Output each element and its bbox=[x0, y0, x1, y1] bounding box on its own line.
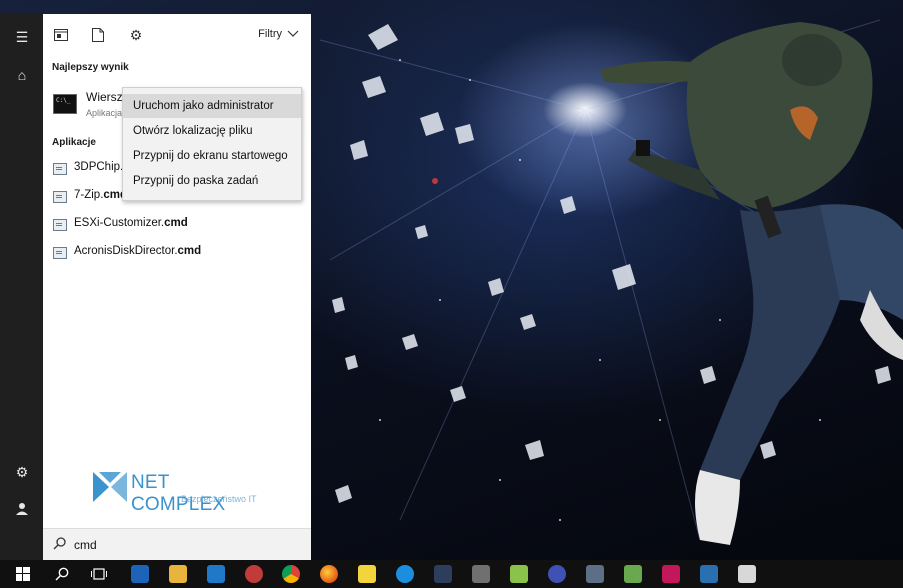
app-result-label: 7-Zip.cmd bbox=[74, 189, 128, 201]
brush-icon[interactable] bbox=[738, 565, 756, 583]
notepad-icon[interactable] bbox=[624, 565, 642, 583]
firefox-icon[interactable] bbox=[320, 565, 338, 583]
search-icon[interactable] bbox=[52, 564, 72, 584]
taskbar bbox=[0, 560, 903, 588]
sticky-notes-icon[interactable] bbox=[358, 565, 376, 583]
menu-item-pin-to-start[interactable]: Przypnij do ekranu startowego bbox=[123, 144, 301, 168]
menu-item-label: Przypnij do paska zadań bbox=[133, 175, 259, 187]
image-icon[interactable] bbox=[662, 565, 680, 583]
search-icon bbox=[53, 537, 66, 553]
vpn-icon[interactable] bbox=[548, 565, 566, 583]
apps-heading: Aplikacje bbox=[52, 137, 96, 148]
net-complex-logo: NET COMPLEX Bezpieczeństwo IT bbox=[93, 470, 263, 515]
user-icon[interactable] bbox=[11, 498, 33, 520]
logo-tagline: Bezpieczeństwo IT bbox=[181, 494, 257, 504]
best-match-heading: Najlepszy wynik bbox=[52, 62, 129, 73]
context-menu: Uruchom jako administrator Otwórz lokali… bbox=[122, 87, 302, 201]
windows-start-icon[interactable] bbox=[13, 564, 33, 584]
settings-icon[interactable]: ⚙ bbox=[11, 461, 33, 483]
menu-item-label: Przypnij do ekranu startowego bbox=[133, 150, 288, 162]
file-explorer-icon[interactable] bbox=[169, 565, 187, 583]
menu-item-label: Otwórz lokalizację pliku bbox=[133, 125, 253, 137]
hamburger-menu-icon[interactable]: ☰ bbox=[11, 26, 33, 48]
search-toolbar: ⚙ Filtry bbox=[43, 14, 311, 54]
menu-item-open-file-location[interactable]: Otwórz lokalizację pliku bbox=[123, 119, 301, 143]
device-icon[interactable] bbox=[586, 565, 604, 583]
filters-label: Filtry bbox=[258, 28, 282, 40]
command-prompt-icon bbox=[53, 94, 77, 114]
rdp-icon[interactable] bbox=[434, 565, 452, 583]
network-icon[interactable] bbox=[700, 565, 718, 583]
app-result-item[interactable]: ESXi-Customizer.cmd bbox=[43, 212, 311, 238]
save-icon[interactable] bbox=[131, 565, 149, 583]
filters-dropdown[interactable]: Filtry bbox=[258, 28, 299, 40]
menu-item-run-as-admin[interactable]: Uruchom jako administrator bbox=[123, 94, 301, 118]
menu-item-label: Uruchom jako administrator bbox=[133, 100, 274, 112]
search-box[interactable]: cmd bbox=[43, 528, 311, 561]
app-result-label: ESXi-Customizer.cmd bbox=[74, 217, 188, 229]
app-result-label: AcronisDiskDirector.cmd bbox=[74, 245, 202, 257]
app-result-item[interactable]: AcronisDiskDirector.cmd bbox=[43, 240, 311, 266]
task-view-icon[interactable] bbox=[89, 564, 109, 584]
outlook-icon[interactable] bbox=[207, 565, 225, 583]
settings-filter-icon[interactable]: ⚙ bbox=[127, 26, 145, 44]
home-icon[interactable]: ⌂ bbox=[11, 64, 33, 86]
app-result-label: 3DPChip. bbox=[74, 161, 124, 173]
script-file-icon bbox=[53, 219, 67, 231]
apps-filter-icon[interactable] bbox=[52, 26, 70, 44]
teamviewer-icon[interactable] bbox=[396, 565, 414, 583]
script-file-icon bbox=[53, 247, 67, 259]
paint-icon[interactable] bbox=[245, 565, 263, 583]
script-file-icon bbox=[53, 191, 67, 203]
chevron-down-icon bbox=[287, 28, 299, 40]
start-menu-rail: ☰ ⌂ ⚙ bbox=[0, 14, 43, 560]
tools-icon[interactable] bbox=[472, 565, 490, 583]
best-match-name: Wiersz bbox=[86, 90, 123, 104]
documents-filter-icon[interactable] bbox=[89, 26, 107, 44]
search-input[interactable]: cmd bbox=[74, 538, 97, 552]
chrome-icon[interactable] bbox=[282, 565, 300, 583]
script-file-icon bbox=[53, 163, 67, 175]
logo-mark-icon bbox=[93, 472, 127, 502]
menu-item-pin-to-taskbar[interactable]: Przypnij do paska zadań bbox=[123, 169, 301, 193]
best-match-subtitle: Aplikacja bbox=[86, 108, 123, 118]
sync-icon[interactable] bbox=[510, 565, 528, 583]
